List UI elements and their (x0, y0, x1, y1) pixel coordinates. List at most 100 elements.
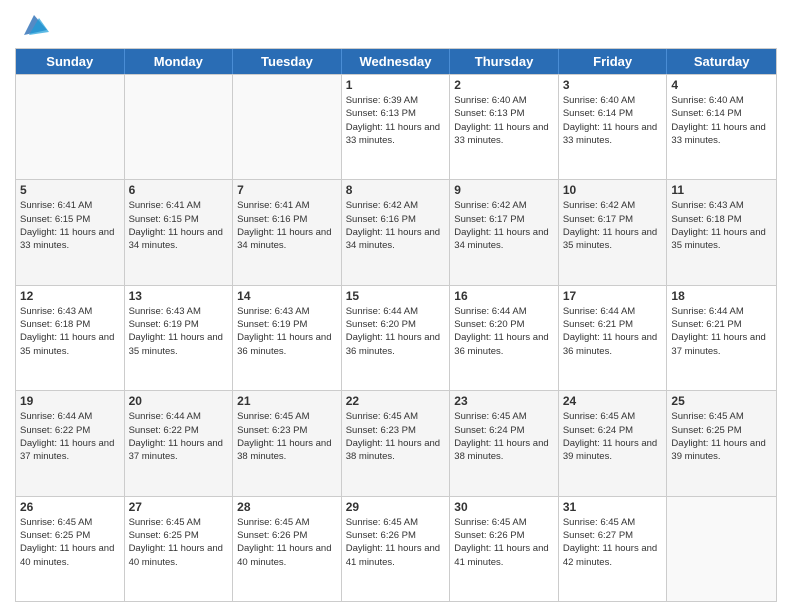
cal-cell-17: 17Sunrise: 6:44 AMSunset: 6:21 PMDayligh… (559, 286, 668, 390)
sunset-text: Sunset: 6:27 PM (563, 529, 663, 542)
sunrise-text: Sunrise: 6:43 AM (237, 305, 337, 318)
day-info: Sunrise: 6:44 AMSunset: 6:20 PMDaylight:… (346, 305, 446, 358)
sunrise-text: Sunrise: 6:43 AM (671, 199, 772, 212)
sunset-text: Sunset: 6:13 PM (346, 107, 446, 120)
sunrise-text: Sunrise: 6:45 AM (454, 516, 554, 529)
sunrise-text: Sunrise: 6:43 AM (129, 305, 229, 318)
day-info: Sunrise: 6:43 AMSunset: 6:19 PMDaylight:… (129, 305, 229, 358)
sunrise-text: Sunrise: 6:40 AM (454, 94, 554, 107)
daylight-text: Daylight: 11 hours and 41 minutes. (346, 542, 446, 569)
cal-cell-empty-1 (125, 75, 234, 179)
daylight-text: Daylight: 11 hours and 36 minutes. (454, 331, 554, 358)
sunrise-text: Sunrise: 6:41 AM (20, 199, 120, 212)
cal-cell-empty-0 (16, 75, 125, 179)
day-number: 31 (563, 500, 663, 514)
day-number: 22 (346, 394, 446, 408)
day-number: 18 (671, 289, 772, 303)
cal-cell-empty-6 (667, 497, 776, 601)
sunrise-text: Sunrise: 6:44 AM (129, 410, 229, 423)
sunset-text: Sunset: 6:26 PM (346, 529, 446, 542)
cal-cell-2: 2Sunrise: 6:40 AMSunset: 6:13 PMDaylight… (450, 75, 559, 179)
header-day-monday: Monday (125, 49, 234, 74)
daylight-text: Daylight: 11 hours and 33 minutes. (454, 121, 554, 148)
day-info: Sunrise: 6:45 AMSunset: 6:25 PMDaylight:… (671, 410, 772, 463)
day-info: Sunrise: 6:40 AMSunset: 6:14 PMDaylight:… (563, 94, 663, 147)
daylight-text: Daylight: 11 hours and 39 minutes. (563, 437, 663, 464)
logo (15, 10, 49, 40)
cal-cell-15: 15 Sunrise: 6:44 AMSunset: 6:20 PMDayligh… (342, 286, 451, 390)
cal-cell-23: 23Sunrise: 6:45 AMSunset: 6:24 PMDayligh… (450, 391, 559, 495)
daylight-text: Daylight: 11 hours and 37 minutes. (129, 437, 229, 464)
daylight-text: Daylight: 11 hours and 35 minutes. (20, 331, 120, 358)
day-number: 5 (20, 183, 120, 197)
cal-cell-8: 8Sunrise: 6:42 AMSunset: 6:16 PMDaylight… (342, 180, 451, 284)
cal-cell-31: 31Sunrise: 6:45 AMSunset: 6:27 PMDayligh… (559, 497, 668, 601)
logo-icon (19, 10, 49, 40)
sunset-text: Sunset: 6:20 PM (454, 318, 554, 331)
daylight-text: Daylight: 11 hours and 40 minutes. (129, 542, 229, 569)
cal-cell-30: 30Sunrise: 6:45 AMSunset: 6:26 PMDayligh… (450, 497, 559, 601)
sunset-text: Sunset: 6:16 PM (346, 213, 446, 226)
sunrise-text: Sunrise: 6:39 AM (346, 94, 446, 107)
daylight-text: Daylight: 11 hours and 42 minutes. (563, 542, 663, 569)
day-number: 10 (563, 183, 663, 197)
day-number: 4 (671, 78, 772, 92)
page: SundayMondayTuesdayWednesdayThursdayFrid… (0, 0, 792, 612)
header-day-tuesday: Tuesday (233, 49, 342, 74)
sunset-text: Sunset: 6:20 PM (346, 318, 446, 331)
sunrise-text: Sunrise: 6:42 AM (346, 199, 446, 212)
day-info: Sunrise: 6:45 AMSunset: 6:23 PMDaylight:… (346, 410, 446, 463)
cal-cell-6: 6Sunrise: 6:41 AMSunset: 6:15 PMDaylight… (125, 180, 234, 284)
calendar-header: SundayMondayTuesdayWednesdayThursdayFrid… (16, 49, 776, 74)
day-info: Sunrise: 6:44 AMSunset: 6:22 PMDaylight:… (20, 410, 120, 463)
day-number: 7 (237, 183, 337, 197)
day-number: 19 (20, 394, 120, 408)
sunrise-text: Sunrise: 6:45 AM (346, 516, 446, 529)
cal-cell-4: 4Sunrise: 6:40 AMSunset: 6:14 PMDaylight… (667, 75, 776, 179)
day-number: 24 (563, 394, 663, 408)
day-info: Sunrise: 6:45 AMSunset: 6:23 PMDaylight:… (237, 410, 337, 463)
day-info: Sunrise: 6:39 AMSunset: 6:13 PMDaylight:… (346, 94, 446, 147)
day-number: 3 (563, 78, 663, 92)
day-info: Sunrise: 6:43 AMSunset: 6:19 PMDaylight:… (237, 305, 337, 358)
sunrise-text: Sunrise: 6:45 AM (20, 516, 120, 529)
day-number: 14 (237, 289, 337, 303)
cal-cell-20: 20Sunrise: 6:44 AMSunset: 6:22 PMDayligh… (125, 391, 234, 495)
daylight-text: Daylight: 11 hours and 34 minutes. (346, 226, 446, 253)
cal-cell-13: 13Sunrise: 6:43 AMSunset: 6:19 PMDayligh… (125, 286, 234, 390)
cal-cell-10: 10 Sunrise: 6:42 AMSunset: 6:17 PMDayligh… (559, 180, 668, 284)
day-number: 6 (129, 183, 229, 197)
sunset-text: Sunset: 6:25 PM (20, 529, 120, 542)
cal-cell-7: 7Sunrise: 6:41 AMSunset: 6:16 PMDaylight… (233, 180, 342, 284)
sunrise-text: Sunrise: 6:45 AM (671, 410, 772, 423)
sunrise-text: Sunrise: 6:44 AM (454, 305, 554, 318)
day-number: 30 (454, 500, 554, 514)
day-number: 2 (454, 78, 554, 92)
sunrise-text: Sunrise: 6:45 AM (129, 516, 229, 529)
sunset-text: Sunset: 6:14 PM (563, 107, 663, 120)
sunrise-text: Sunrise: 6:44 AM (563, 305, 663, 318)
day-info: Sunrise: 6:45 AMSunset: 6:25 PMDaylight:… (20, 516, 120, 569)
day-number: 15 (346, 289, 446, 303)
day-number: 21 (237, 394, 337, 408)
sunset-text: Sunset: 6:19 PM (129, 318, 229, 331)
daylight-text: Daylight: 11 hours and 33 minutes. (671, 121, 772, 148)
day-info: Sunrise: 6:42 AMSunset: 6:17 PMDaylight:… (563, 199, 663, 252)
day-number: 17 (563, 289, 663, 303)
cal-cell-3: 3 Sunrise: 6:40 AMSunset: 6:14 PMDaylight… (559, 75, 668, 179)
day-info: Sunrise: 6:45 AMSunset: 6:26 PMDaylight:… (237, 516, 337, 569)
day-number: 23 (454, 394, 554, 408)
day-info: Sunrise: 6:42 AMSunset: 6:16 PMDaylight:… (346, 199, 446, 252)
sunrise-text: Sunrise: 6:42 AM (454, 199, 554, 212)
sunset-text: Sunset: 6:18 PM (671, 213, 772, 226)
header-day-friday: Friday (559, 49, 668, 74)
day-info: Sunrise: 6:44 AMSunset: 6:22 PMDaylight:… (129, 410, 229, 463)
daylight-text: Daylight: 11 hours and 38 minutes. (346, 437, 446, 464)
daylight-text: Daylight: 11 hours and 35 minutes. (671, 226, 772, 253)
sunrise-text: Sunrise: 6:42 AM (563, 199, 663, 212)
daylight-text: Daylight: 11 hours and 39 minutes. (671, 437, 772, 464)
sunset-text: Sunset: 6:22 PM (129, 424, 229, 437)
daylight-text: Daylight: 11 hours and 36 minutes. (237, 331, 337, 358)
day-info: Sunrise: 6:45 AMSunset: 6:26 PMDaylight:… (346, 516, 446, 569)
sunrise-text: Sunrise: 6:45 AM (563, 410, 663, 423)
